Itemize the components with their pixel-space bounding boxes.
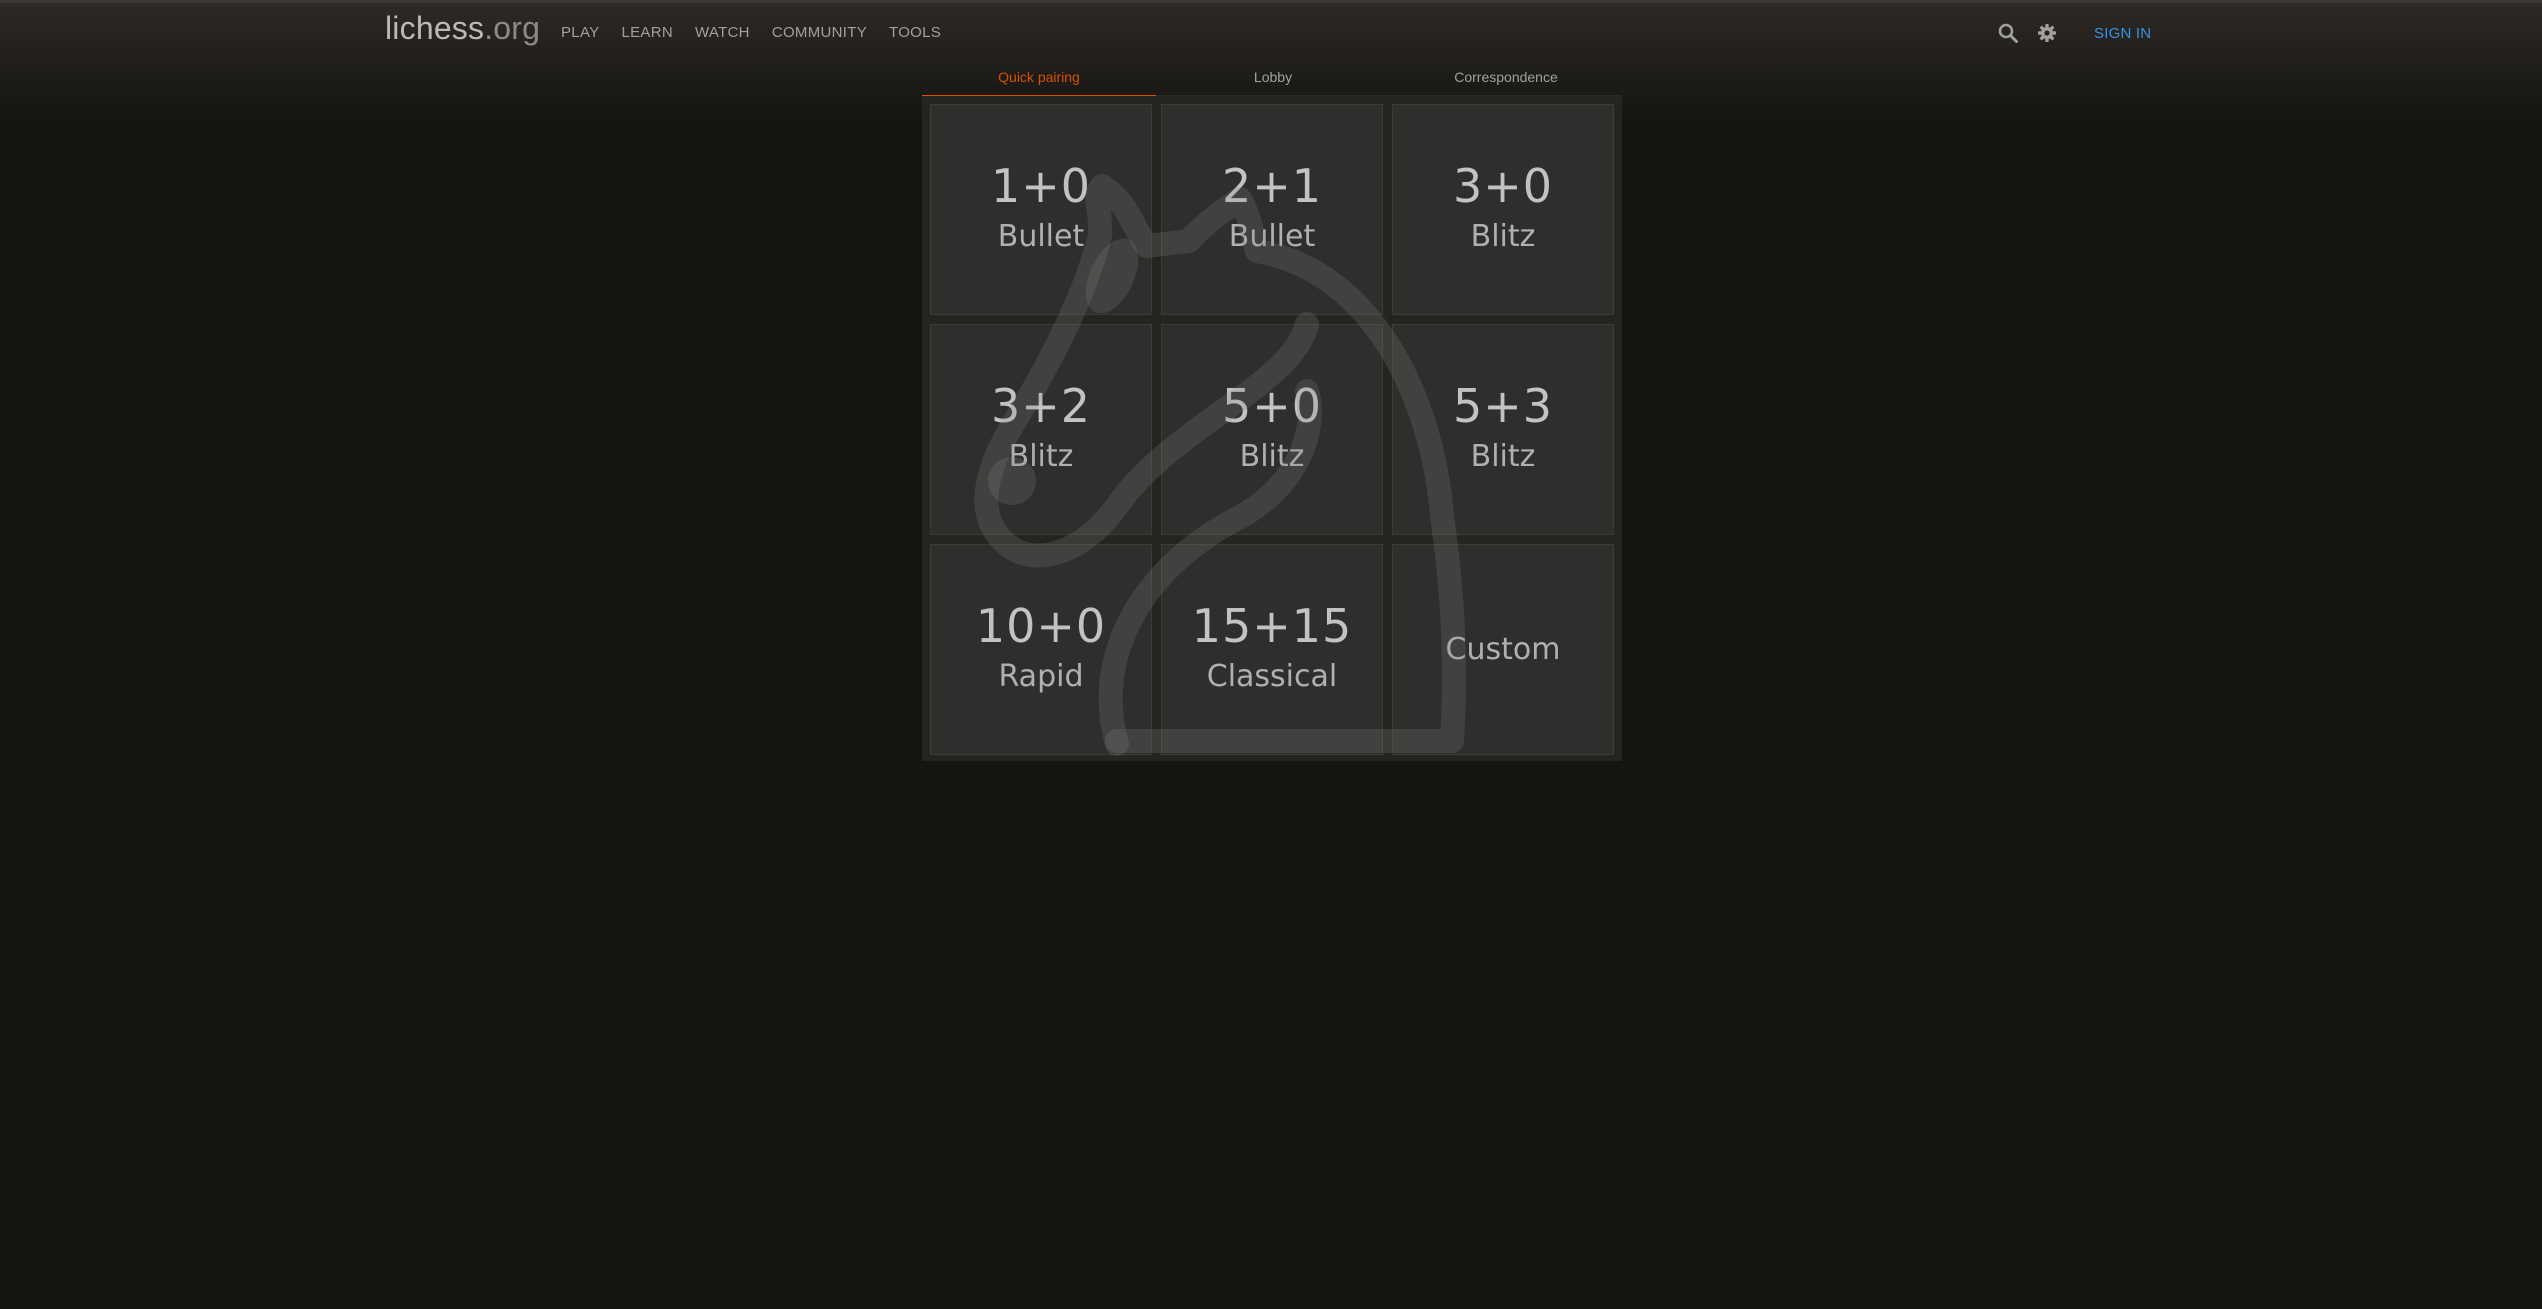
quick-pairing-pool: 1+0 Bullet 2+1 Bullet 3+0 Blitz 3+2 Blit… [922, 96, 1622, 761]
clock-label: 10+0 [975, 598, 1107, 653]
perf-label: Blitz [1239, 438, 1305, 474]
nav-learn[interactable]: LEARN [621, 24, 673, 41]
perf-label: Bullet [997, 218, 1085, 254]
pool-15-15[interactable]: 15+15 Classical [1161, 544, 1383, 755]
top-border [0, 0, 2542, 3]
logo-tld: .org [484, 10, 541, 46]
perf-label: Blitz [1008, 438, 1074, 474]
sign-in-link[interactable]: SIGN IN [2094, 25, 2151, 42]
logo-text: lichess [385, 10, 485, 46]
nav-tools[interactable]: TOOLS [889, 24, 941, 41]
perf-label: Bullet [1228, 218, 1316, 254]
tab-lobby[interactable]: Lobby [1156, 62, 1390, 95]
perf-label: Blitz [1470, 218, 1536, 254]
perf-label: Blitz [1470, 438, 1536, 474]
clock-label: 5+3 [1452, 378, 1554, 433]
main-nav: PLAY LEARN WATCH COMMUNITY TOOLS [561, 24, 963, 41]
nav-play[interactable]: PLAY [561, 24, 599, 41]
clock-label: 3+0 [1452, 158, 1554, 213]
custom-label: Custom [1445, 632, 1561, 667]
lobby-tabs: Quick pairing Lobby Correspondence [922, 62, 1622, 97]
pool-3-0[interactable]: 3+0 Blitz [1392, 104, 1614, 315]
clock-label: 1+0 [990, 158, 1092, 213]
pool-5-3[interactable]: 5+3 Blitz [1392, 324, 1614, 535]
clock-label: 15+15 [1191, 598, 1353, 653]
clock-label: 2+1 [1221, 158, 1323, 213]
pool-5-0[interactable]: 5+0 Blitz [1161, 324, 1383, 535]
search-icon[interactable] [1997, 22, 2019, 44]
pool-3-2[interactable]: 3+2 Blitz [930, 324, 1152, 535]
clock-label: 5+0 [1221, 378, 1323, 433]
site-logo[interactable]: lichess.org [385, 10, 540, 47]
tab-quick-pairing[interactable]: Quick pairing [922, 62, 1156, 97]
perf-label: Classical [1206, 658, 1338, 694]
perf-label: Rapid [998, 658, 1084, 694]
nav-watch[interactable]: WATCH [695, 24, 750, 41]
pool-10-0[interactable]: 10+0 Rapid [930, 544, 1152, 755]
nav-community[interactable]: COMMUNITY [772, 24, 867, 41]
tab-correspondence[interactable]: Correspondence [1390, 62, 1622, 95]
clock-label: 3+2 [990, 378, 1092, 433]
pool-2-1[interactable]: 2+1 Bullet [1161, 104, 1383, 315]
gear-icon[interactable] [2036, 22, 2058, 44]
pool-custom[interactable]: Custom [1392, 544, 1614, 755]
pool-1-0[interactable]: 1+0 Bullet [930, 104, 1152, 315]
